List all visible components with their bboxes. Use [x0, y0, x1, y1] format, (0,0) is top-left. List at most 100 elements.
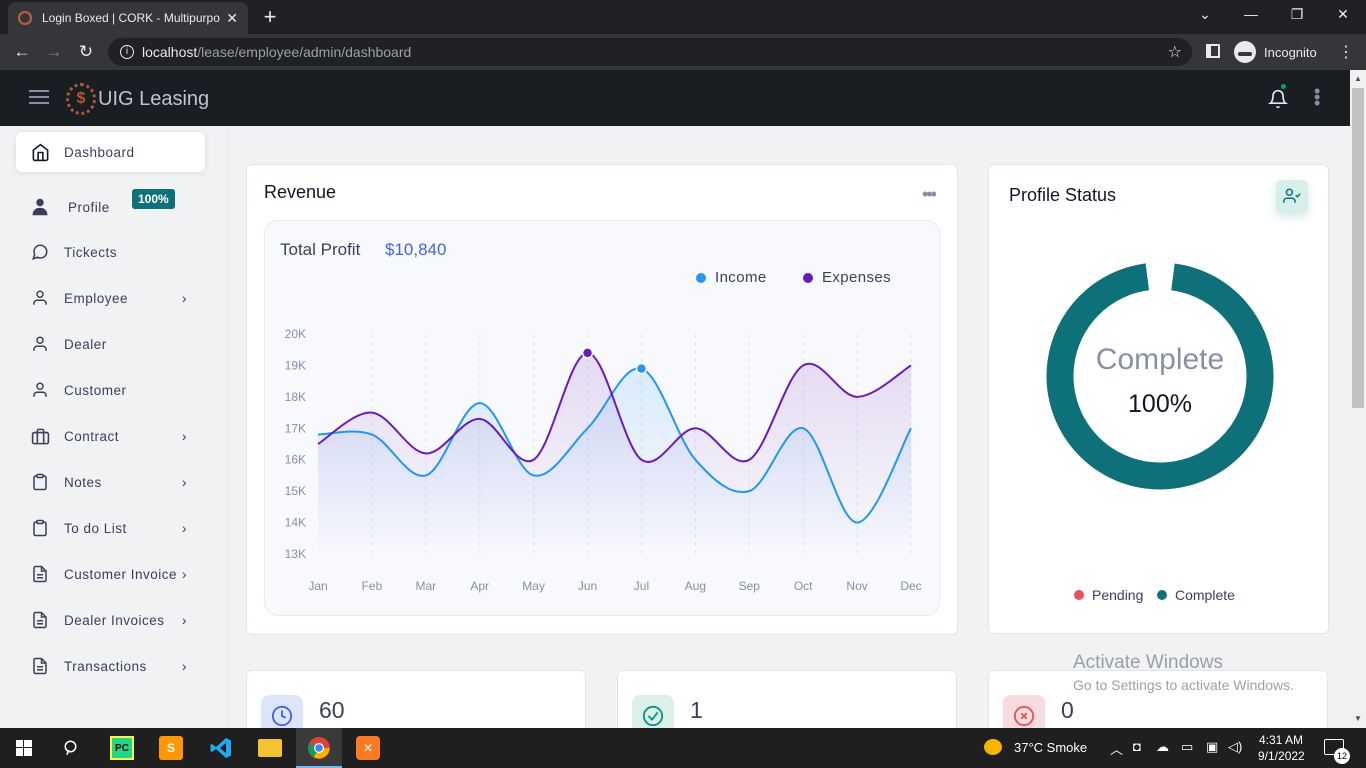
- activate-windows-title: Activate Windows: [1073, 652, 1223, 673]
- sidebar-item-tickects[interactable]: Tickects: [16, 232, 205, 272]
- address-bar[interactable]: i localhost /lease/employee/admin/dashbo…: [108, 38, 1192, 66]
- notification-dot: [1281, 84, 1286, 89]
- side-panel-icon[interactable]: [1206, 44, 1220, 58]
- tab-search-icon[interactable]: ⌄: [1190, 6, 1220, 23]
- expenses-peak-marker: [581, 347, 594, 359]
- logo[interactable]: $ UIG Leasing: [66, 83, 209, 115]
- show-hidden-icons[interactable]: ︿: [1110, 739, 1123, 758]
- back-icon[interactable]: ←: [11, 42, 33, 62]
- user-check-icon[interactable]: [1276, 180, 1308, 212]
- user-tie-icon: [30, 197, 50, 217]
- sidebar-item-customer[interactable]: Customer: [16, 370, 205, 410]
- scroll-down-icon[interactable]: ▼: [1354, 714, 1362, 723]
- x-tick-label: Jan: [308, 579, 327, 593]
- bookmark-star-icon[interactable]: ☆: [1168, 42, 1182, 62]
- sidebar-item-dealer-invoices[interactable]: Dealer Invoices ›: [16, 600, 205, 640]
- sidebar-item-label: Customer: [64, 382, 127, 398]
- volume-icon[interactable]: ◁): [1228, 739, 1242, 755]
- legend-pending[interactable]: Pending: [1074, 587, 1143, 603]
- onedrive-icon[interactable]: ☁: [1156, 739, 1169, 755]
- close-tab-icon[interactable]: ✕: [226, 10, 238, 27]
- y-tick-label: 18K: [285, 390, 306, 404]
- x-tick-label: Feb: [362, 579, 383, 593]
- sidebar-item-dealer[interactable]: Dealer: [16, 324, 205, 364]
- file-text-icon: [30, 656, 50, 676]
- legend-label: Pending: [1092, 587, 1144, 603]
- url-path: /lease/employee/admin/dashboard: [197, 44, 412, 60]
- weather-icon: [984, 739, 1002, 755]
- xampp-icon[interactable]: ✕: [356, 736, 380, 760]
- pycharm-icon[interactable]: PC: [110, 736, 134, 760]
- y-tick-label: 14K: [285, 516, 306, 530]
- search-icon[interactable]: [63, 739, 81, 757]
- user-icon: [30, 380, 50, 400]
- minimize-button[interactable]: —: [1236, 6, 1266, 22]
- legend-label: Complete: [1175, 587, 1235, 603]
- file-text-icon: [30, 610, 50, 630]
- legend-expenses[interactable]: Expenses: [803, 269, 891, 286]
- taskbar-clock[interactable]: 4:31 AM 9/1/2022: [1258, 732, 1305, 764]
- meet-now-icon[interactable]: ◘: [1133, 739, 1141, 754]
- site-info-icon[interactable]: i: [120, 45, 134, 59]
- x-tick-label: Apr: [470, 579, 489, 593]
- chevron-right-icon: ›: [181, 658, 187, 674]
- legend-label: Expenses: [822, 269, 892, 286]
- sidebar-item-contract[interactable]: Contract ›: [16, 416, 205, 456]
- sidebar-item-transactions[interactable]: Transactions ›: [16, 646, 205, 686]
- incognito-icon: [1234, 41, 1256, 63]
- y-tick-label: 13K: [285, 547, 306, 561]
- activate-windows-subtitle: Go to Settings to activate Windows.: [1073, 677, 1294, 693]
- legend-income[interactable]: Income: [696, 269, 767, 286]
- new-tab-button[interactable]: +: [258, 4, 282, 30]
- sublime-text-icon[interactable]: S: [159, 736, 183, 760]
- sidebar-item-notes[interactable]: Notes ›: [16, 462, 205, 502]
- scroll-thumb[interactable]: [1352, 88, 1364, 408]
- windows-start-icon[interactable]: [16, 740, 32, 756]
- weather-text: 37°C Smoke: [1014, 739, 1088, 755]
- chrome-icon[interactable]: [307, 736, 331, 760]
- network-icon[interactable]: ▣: [1206, 739, 1218, 755]
- sidebar-item-todo[interactable]: To do List ›: [16, 508, 205, 548]
- more-options-icon[interactable]: • • •: [1314, 82, 1320, 112]
- x-tick-label: Aug: [685, 579, 706, 593]
- file-explorer-icon[interactable]: [258, 739, 282, 757]
- x-tick-label: Oct: [794, 579, 813, 593]
- legend-label: Income: [715, 269, 767, 286]
- income-peak-marker: [635, 362, 648, 375]
- sidebar-item-label: Contract: [64, 428, 120, 444]
- bell-icon[interactable]: [1268, 88, 1288, 110]
- sidebar-item-dashboard[interactable]: Dashboard: [16, 132, 205, 172]
- page-scrollbar[interactable]: ▲ ▼: [1350, 70, 1366, 728]
- donut-center-label: Complete: [1095, 343, 1225, 376]
- vscode-icon[interactable]: [209, 736, 233, 760]
- sidebar-item-customer-invoices[interactable]: Customer Invoices ›: [16, 554, 205, 594]
- profile-completion-badge: 100%: [132, 189, 175, 209]
- battery-icon[interactable]: ▭: [1181, 739, 1193, 755]
- sidebar-item-label: Notes: [64, 474, 102, 490]
- forward-icon[interactable]: →: [43, 42, 65, 62]
- close-window-button[interactable]: ✕: [1328, 6, 1358, 23]
- more-horizontal-icon[interactable]: •••: [922, 184, 937, 205]
- clock-date: 9/1/2022: [1258, 749, 1305, 763]
- browser-menu-icon[interactable]: ⋮: [1338, 42, 1354, 62]
- browser-tab[interactable]: Login Boxed | CORK - Multipurpo ✕: [8, 2, 248, 34]
- clipboard-icon: [30, 472, 50, 492]
- incognito-indicator[interactable]: Incognito: [1234, 40, 1317, 64]
- sidebar-item-employee[interactable]: Employee ›: [16, 278, 205, 318]
- legend-dot: [803, 272, 813, 283]
- menu-toggle-icon[interactable]: [29, 90, 49, 104]
- reload-icon[interactable]: ↻: [75, 42, 97, 62]
- chevron-right-icon: ›: [181, 428, 187, 444]
- user-icon: [30, 288, 50, 308]
- scroll-up-icon[interactable]: ▲: [1354, 74, 1362, 83]
- legend-dot: [1157, 590, 1167, 600]
- legend-complete[interactable]: Complete: [1157, 587, 1235, 603]
- clock-time: 4:31 AM: [1258, 733, 1304, 747]
- maximize-button[interactable]: ❐: [1282, 6, 1312, 23]
- sidebar-item-label: Tickects: [64, 244, 118, 260]
- x-tick-label: Mar: [415, 579, 436, 593]
- profile-status-title: Profile Status: [1009, 185, 1117, 205]
- weather-widget[interactable]: 37°C Smoke: [984, 739, 1087, 755]
- revenue-title: Revenue: [264, 182, 337, 202]
- sidebar-item-profile[interactable]: Profile: [16, 187, 205, 227]
